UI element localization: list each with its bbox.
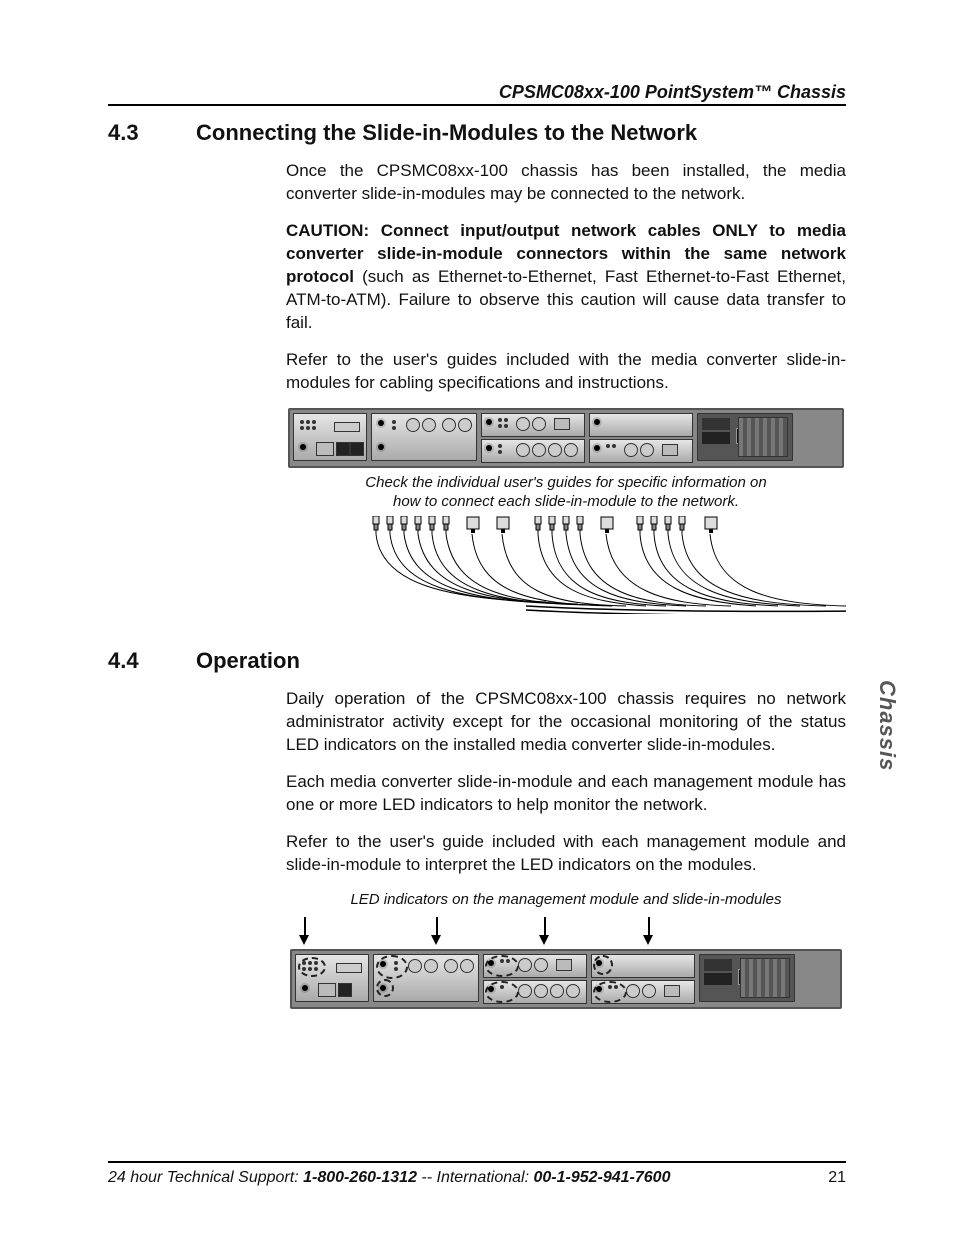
page-number: 21 (828, 1169, 846, 1187)
chassis-front-diagram-2 (290, 949, 842, 1009)
s43-para-1: Once the CPSMC08xx-100 chassis has been … (286, 160, 846, 206)
module-slot (481, 413, 585, 463)
section-4-4-body: Daily operation of the CPSMC08xx-100 cha… (286, 688, 846, 1009)
rj45-plug-icon (704, 516, 718, 534)
section-4-4-number: 4.4 (108, 648, 156, 674)
footer-support-label: 24 hour Technical Support: (108, 1169, 303, 1186)
chassis-front-diagram-1 (288, 408, 844, 468)
connector-plugs-row: [90,104,118,132,146,160,186,216,252,266,… (286, 514, 846, 614)
section-4-4-heading: 4.4 Operation (108, 648, 846, 674)
module-slot (589, 413, 693, 463)
s44-para-2: Each media converter slide-in-module and… (286, 771, 846, 817)
page-footer: 24 hour Technical Support: 1-800-260-131… (108, 1161, 846, 1187)
caution-tail: (such as Ethernet-to-Ethernet, Fast Ethe… (286, 267, 846, 332)
running-head: CPSMC08xx-100 PointSystem™ Chassis (108, 82, 846, 103)
rj45-plug-icon (466, 516, 480, 534)
power-slot (699, 954, 795, 1002)
fiber-plug-icon (634, 516, 646, 534)
fiber-plug-icon (574, 516, 586, 534)
section-4-3-title: Connecting the Slide-in-Modules to the N… (196, 120, 697, 146)
section-4-4-title: Operation (196, 648, 300, 674)
fiber-plug-icon (370, 516, 382, 534)
footer-support: 24 hour Technical Support: 1-800-260-131… (108, 1169, 670, 1187)
power-slot (697, 413, 793, 461)
fiber-plug-icon (648, 516, 660, 534)
s44-para-3: Refer to the user's guide included with … (286, 831, 846, 877)
fiber-plug-icon (412, 516, 424, 534)
fiber-plug-icon (662, 516, 674, 534)
rj45-plug-icon (600, 516, 614, 534)
footer-support-phone: 1-800-260-1312 (303, 1169, 417, 1186)
footer-intl-phone: 00-1-952-941-7600 (533, 1169, 670, 1186)
figure-1-caption: Check the individual user's guides for s… (306, 474, 826, 512)
figure-1-caption-l1: Check the individual user's guides for s… (365, 474, 766, 491)
rj45-plug-icon (496, 516, 510, 534)
figure-2-caption: LED indicators on the management module … (306, 891, 826, 910)
figure-connect-modules: Check the individual user's guides for s… (286, 408, 846, 614)
s43-caution: CAUTION: Connect input/output network ca… (286, 220, 846, 335)
fiber-plug-icon (676, 516, 688, 534)
footer-rule (108, 1161, 846, 1163)
fiber-plug-icon (398, 516, 410, 534)
fiber-plug-icon (384, 516, 396, 534)
section-4-3-heading: 4.3 Connecting the Slide-in-Modules to t… (108, 120, 846, 146)
section-4-3-body: Once the CPSMC08xx-100 chassis has been … (286, 160, 846, 394)
fiber-plug-icon (546, 516, 558, 534)
section-4-3-number: 4.3 (108, 120, 156, 146)
header-rule (108, 104, 846, 106)
led-callout-arrows (286, 917, 846, 945)
module-slot (591, 954, 695, 1004)
footer-sep: -- International: (417, 1169, 534, 1186)
s44-para-1: Daily operation of the CPSMC08xx-100 cha… (286, 688, 846, 757)
mgmt-module-slot (293, 413, 367, 461)
figure-1-caption-l2: how to connect each slide-in-module to t… (393, 493, 739, 510)
fiber-plug-icon (440, 516, 452, 534)
fiber-plug-icon (532, 516, 544, 534)
fiber-plug-icon (426, 516, 438, 534)
module-slot (373, 954, 479, 1002)
side-tab-chassis: Chassis (874, 680, 900, 771)
module-slot (371, 413, 477, 461)
fiber-plug-icon (560, 516, 572, 534)
s43-para-3: Refer to the user's guides included with… (286, 349, 846, 395)
module-slot (483, 954, 587, 1004)
mgmt-module-slot (295, 954, 369, 1002)
